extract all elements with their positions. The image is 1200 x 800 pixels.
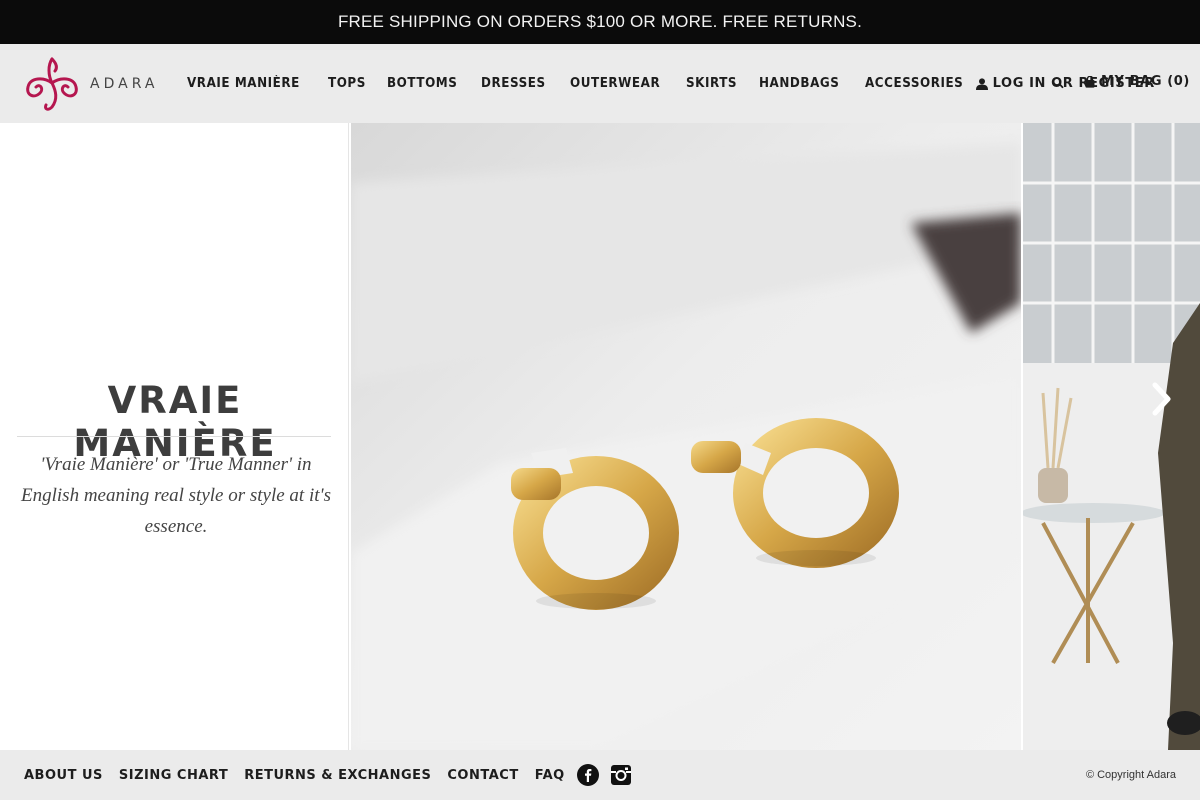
footer-link-about-us[interactable]: ABOUT US <box>24 768 103 783</box>
nav-item-handbags[interactable]: HANDBAGS <box>759 76 839 91</box>
footer-nav: ABOUT US SIZING CHART RETURNS & EXCHANGE… <box>24 750 643 800</box>
nav-item-tops[interactable]: TOPS <box>328 76 366 91</box>
site-footer: ABOUT US SIZING CHART RETURNS & EXCHANGE… <box>0 750 1200 800</box>
site-header: ADARA VRAIE MANIÈRE TOPS BOTTOMS DRESSES… <box>0 44 1200 123</box>
slide-divider <box>17 436 331 437</box>
footer-link-returns-exchanges[interactable]: RETURNS & EXCHANGES <box>244 768 431 783</box>
bag-icon <box>1085 75 1095 88</box>
nav-item-accessories[interactable]: ACCESSORIES <box>865 76 963 91</box>
brand-name: ADARA <box>90 76 159 92</box>
facebook-icon <box>576 764 599 786</box>
logo-mark-icon <box>26 57 78 111</box>
footer-link-sizing-chart[interactable]: SIZING CHART <box>119 768 228 783</box>
footer-link-faq[interactable]: FAQ <box>535 768 565 783</box>
slide-image-next-preview[interactable] <box>1023 123 1200 750</box>
nav-item-dresses[interactable]: DRESSES <box>481 76 546 91</box>
slide-description: 'Vraie Manière' or 'True Manner' in Engl… <box>21 454 331 537</box>
search-icon[interactable] <box>1052 76 1064 90</box>
announcement-bar: FREE SHIPPING ON ORDERS $100 OR MORE. FR… <box>0 0 1200 44</box>
copyright-text: © Copyright Adara <box>1085 769 1176 781</box>
logo[interactable]: ADARA <box>22 54 168 114</box>
slide-text-panel: VRAIE MANIÈRE 'Vraie Manière' or 'True M… <box>1 123 349 750</box>
chevron-right-icon[interactable] <box>1150 382 1174 416</box>
nav-item-vraie-maniere[interactable]: VRAIE MANIÈRE <box>187 76 300 91</box>
nav-item-skirts[interactable]: SKIRTS <box>686 76 737 91</box>
user-icon <box>975 77 988 90</box>
nav-item-outerwear[interactable]: OUTERWEAR <box>570 76 660 91</box>
nav-item-bottoms[interactable]: BOTTOMS <box>387 76 457 91</box>
main-nav: VRAIE MANIÈRE TOPS BOTTOMS DRESSES OUTER… <box>187 44 1155 123</box>
announcement-text: FREE SHIPPING ON ORDERS $100 OR MORE. FR… <box>337 12 863 31</box>
room-photo <box>1023 123 1200 750</box>
social-links <box>576 764 643 786</box>
bag-label: MY BAG (0) <box>1101 74 1190 89</box>
slide-image-earrings[interactable] <box>351 123 1021 750</box>
instagram-icon <box>610 765 631 785</box>
instagram-link[interactable] <box>610 765 631 785</box>
facebook-link[interactable] <box>576 764 599 786</box>
earrings-photo <box>351 123 1021 750</box>
bag-link[interactable]: MY BAG (0) <box>1085 74 1190 89</box>
footer-link-contact[interactable]: CONTACT <box>447 768 518 783</box>
